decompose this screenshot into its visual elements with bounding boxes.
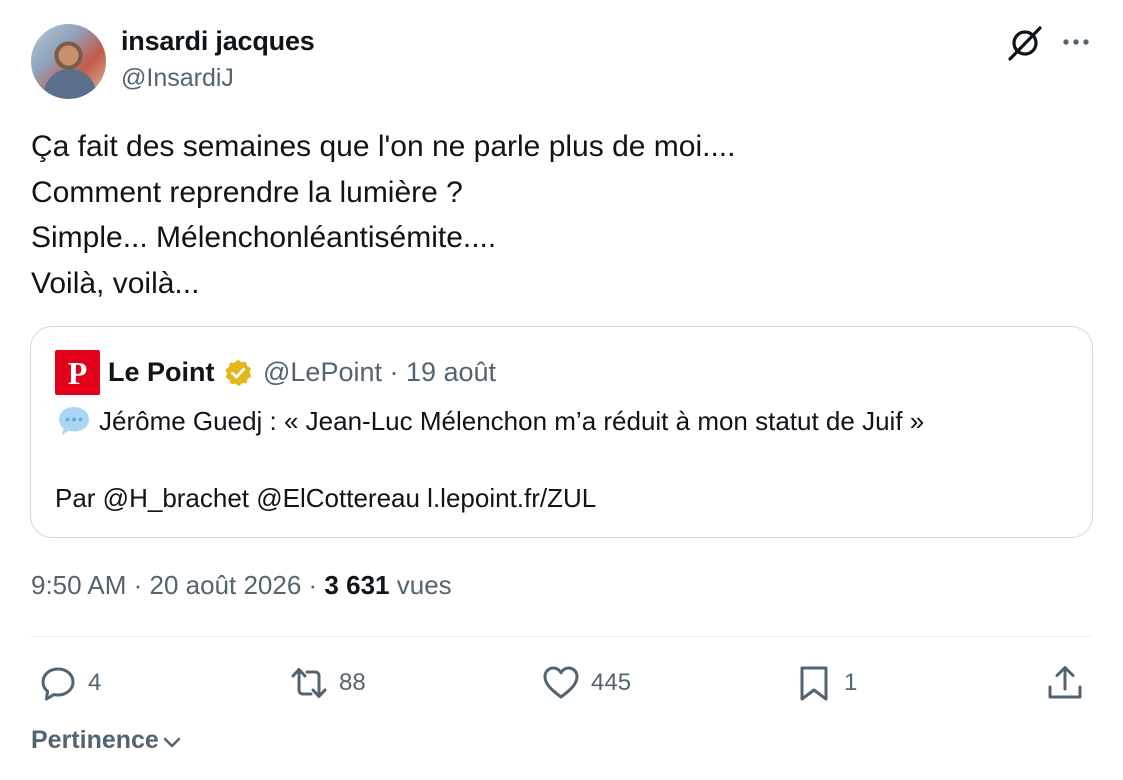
repost-icon	[291, 668, 327, 698]
more-dots-icon[interactable]	[1060, 28, 1092, 56]
bookmark-icon	[800, 666, 828, 701]
reply-button[interactable]: 4	[38, 662, 101, 704]
reply-count: 4	[88, 669, 102, 696]
quoted-logo-letter: P	[67, 354, 88, 391]
heart-icon	[543, 666, 579, 699]
quoted-author-name[interactable]: Le Point	[108, 357, 215, 388]
quoted-avatar-logo[interactable]: P	[55, 350, 100, 395]
quoted-tweet-text: Jérôme Guedj : « Jean-Luc Mélenchon m’a …	[99, 406, 925, 436]
bookmark-count: 1	[844, 669, 858, 696]
divider	[31, 636, 1092, 637]
author-name[interactable]: insardi jacques	[121, 26, 315, 57]
views-count: 3 631	[324, 570, 390, 600]
share-button[interactable]	[1045, 662, 1085, 704]
quoted-handle-date[interactable]: @LePoint · 19 août	[263, 357, 496, 388]
quoted-tweet-card[interactable]: P Le Point @LePoint · 19 août Jérôme Gue…	[30, 326, 1093, 538]
like-button[interactable]: 445	[541, 662, 631, 704]
share-icon	[1048, 666, 1082, 699]
tweet-timestamp[interactable]: 9:50 AM · 20 août 2026 ·	[31, 570, 324, 600]
tweet-line: Ça fait des semaines que l'on ne parle p…	[31, 130, 736, 163]
quoted-tweet-credits: Par @H_brachet @ElCottereau l.lepoint.fr…	[55, 483, 597, 513]
like-count: 445	[591, 669, 632, 696]
author-avatar[interactable]	[31, 24, 106, 99]
bookmark-button[interactable]: 1	[794, 662, 857, 704]
author-handle[interactable]: @InsardiJ	[121, 64, 234, 93]
verified-badge-icon	[225, 359, 252, 387]
tweet-line: Simple... Mélenchonléantisémite....	[31, 221, 497, 254]
grok-icon[interactable]	[1006, 24, 1044, 62]
tweet-line: Voilà, voilà...	[31, 266, 200, 300]
tweet-line: Comment reprendre la lumière ?	[31, 175, 463, 209]
tweet-text: Ça fait des semaines que l'on ne parle p…	[31, 124, 1091, 306]
sort-label: Pertinence	[31, 726, 159, 754]
repost-count: 88	[339, 669, 366, 696]
reply-icon	[41, 667, 75, 701]
tweet-meta: 9:50 AM · 20 août 2026 · 3 631 vues	[31, 570, 452, 601]
sort-replies-selector[interactable]: Pertinence	[31, 726, 183, 755]
speech-bubble-icon	[59, 407, 89, 435]
chevron-down-icon	[163, 737, 181, 748]
views-label: vues	[396, 570, 452, 600]
repost-button[interactable]: 88	[289, 662, 366, 704]
